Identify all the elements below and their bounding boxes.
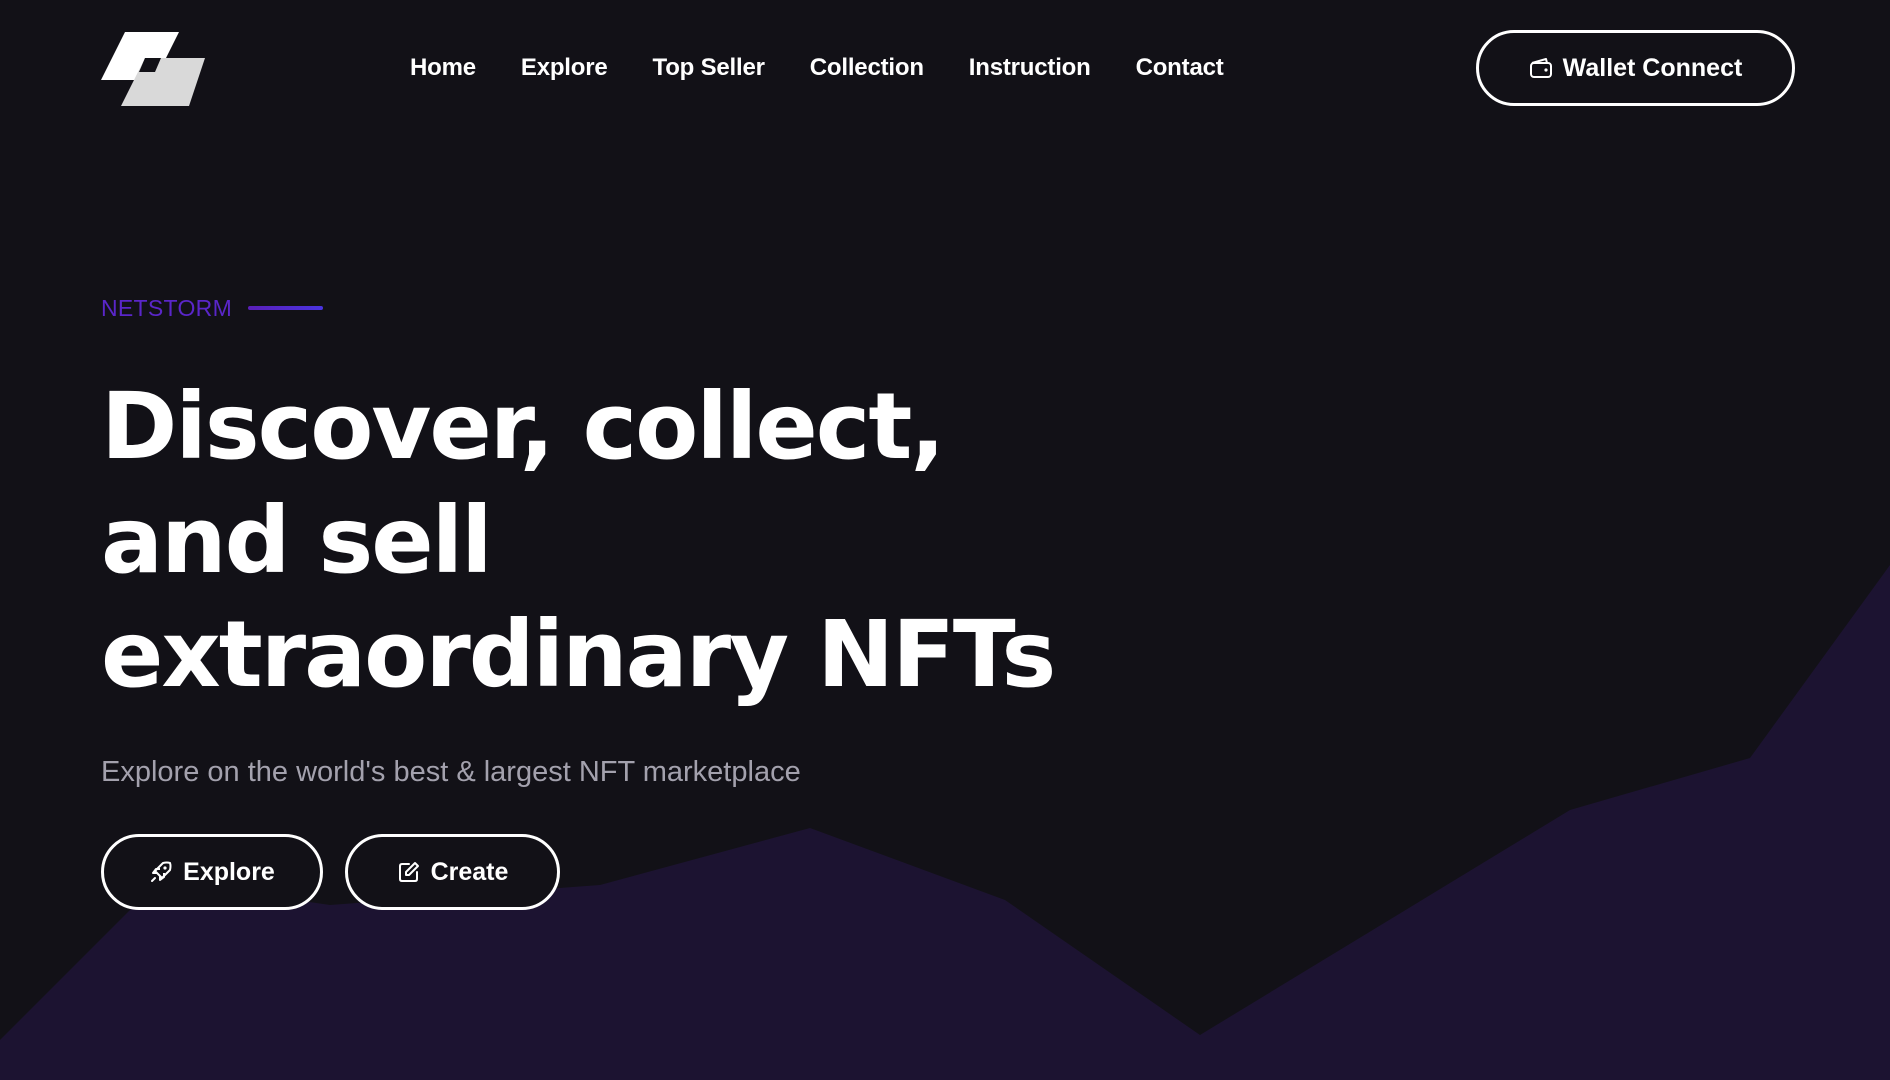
explore-button[interactable]: Explore [101,834,323,910]
headline-line-2: and sell [101,487,493,594]
hero-headline: Discover, collect, and sell extraordinar… [101,370,1201,712]
wallet-connect-label: Wallet Connect [1562,53,1743,82]
hero-buttons: Explore Create [101,834,1201,910]
edit-icon [397,860,421,884]
hero-subtitle: Explore on the world's best & largest NF… [101,756,801,788]
headline-line-3: extraordinary NFTs [101,601,1056,708]
netstorm-logo-icon[interactable] [101,32,205,106]
hero-eyebrow: NETSTORM [101,280,1201,336]
rocket-icon [149,860,173,884]
explore-button-label: Explore [183,857,275,886]
wallet-connect-button[interactable]: Wallet Connect [1476,30,1795,106]
create-button-label: Create [430,857,509,886]
eyebrow-text: NETSTORM [101,294,233,321]
nav-instruction-link[interactable]: Instruction [969,48,1091,88]
nav-home-link[interactable]: Home [410,48,476,88]
page: Home Explore Top Seller Collection Instr… [0,0,1890,1080]
create-button[interactable]: Create [345,834,560,910]
nav-explore-link[interactable]: Explore [521,48,608,88]
wallet-icon [1529,57,1553,79]
headline-line-1: Discover, collect, [101,373,945,480]
site-header: Home Explore Top Seller Collection Instr… [0,0,1890,140]
nav-collection-link[interactable]: Collection [810,48,924,88]
main-nav: Home Explore Top Seller Collection Instr… [410,48,1269,88]
nav-top-seller-link[interactable]: Top Seller [653,48,765,88]
eyebrow-divider [248,306,324,310]
nav-contact-link[interactable]: Contact [1136,48,1224,88]
hero-section: NETSTORM Discover, collect, and sell ext… [101,280,1201,910]
